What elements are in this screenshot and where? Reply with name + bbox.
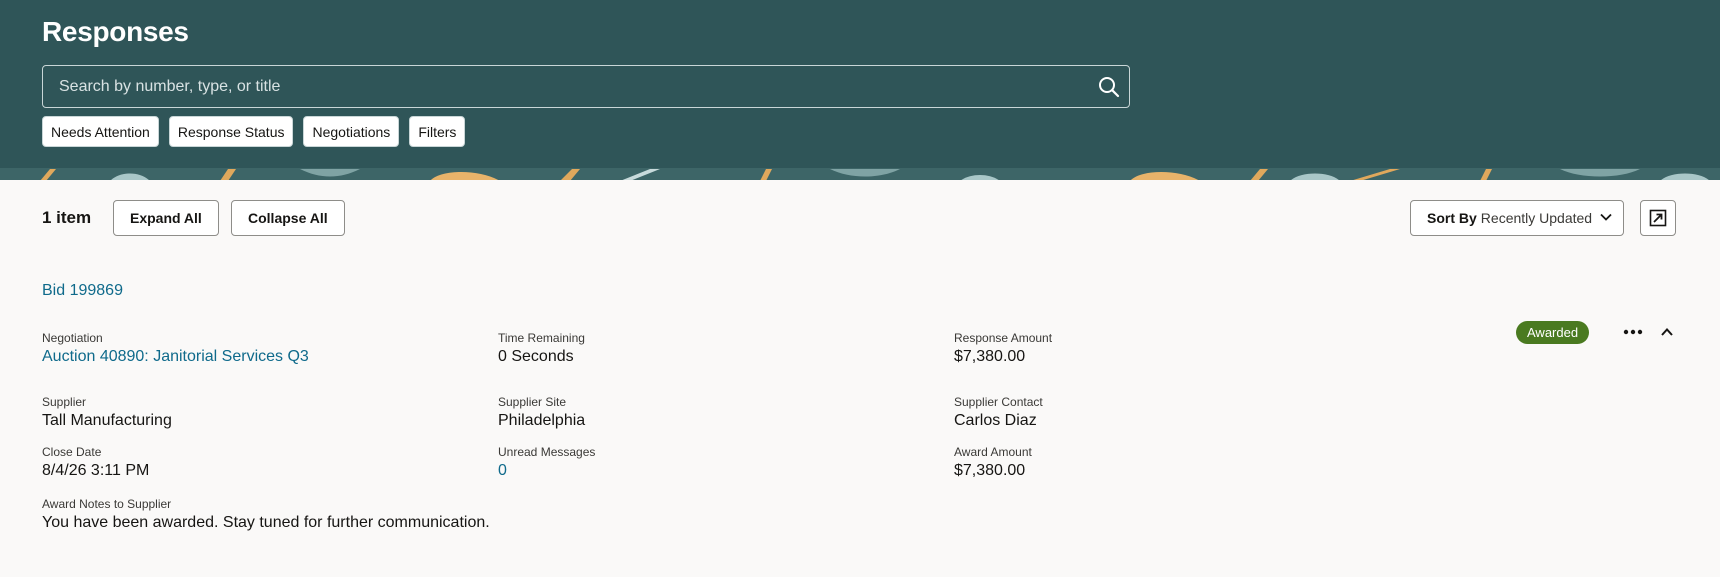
item-count: 1 item [42,208,92,227]
unread-messages-link[interactable]: 0 [498,461,595,481]
sort-by-label: Sort By [1427,210,1477,226]
field-label: Negotiation [42,331,103,345]
page-header: Responses Needs Attention Response Statu… [0,0,1720,168]
field-label: Award Amount [954,445,1032,459]
field-close-date: Close Date 8/4/26 3:11 PM [42,445,149,481]
field-award-notes: Award Notes to Supplier You have been aw… [42,497,490,533]
field-value: You have been awarded. Stay tuned for fu… [42,514,490,531]
field-supplier: Supplier Tall Manufacturing [42,395,172,431]
field-label: Time Remaining [498,331,585,345]
more-actions-icon[interactable] [1620,321,1646,343]
expand-all-button[interactable]: Expand All [113,200,219,236]
results-toolbar: 1 item Expand All Collapse All Sort By Re… [42,200,1676,236]
field-value: Philadelphia [498,412,586,429]
open-in-new-button[interactable] [1640,200,1676,236]
field-negotiation: Negotiation Auction 40890: Janitorial Se… [42,331,309,367]
chip-filters[interactable]: Filters [409,116,466,147]
chip-negotiations[interactable]: Negotiations [303,116,400,147]
sort-by-dropdown[interactable]: Sort By Recently Updated [1410,200,1624,236]
field-label: Supplier Site [498,395,567,409]
chip-response-status[interactable]: Response Status [168,116,294,147]
negotiation-link[interactable]: Auction 40890: Janitorial Services Q3 [42,347,309,367]
field-response-amount: Response Amount $7,380.00 [954,331,1052,367]
field-value: 8/4/26 3:11 PM [42,462,150,479]
field-value: 0 Seconds [498,348,574,365]
field-label: Response Amount [954,331,1053,345]
filter-chips: Needs Attention Response Status Negotiat… [42,116,466,147]
field-label: Supplier [42,395,87,409]
field-award-amount: Award Amount $7,380.00 [954,445,1032,481]
collapse-all-button[interactable]: Collapse All [231,200,345,236]
field-label: Supplier Contact [954,395,1043,409]
field-supplier-site: Supplier Site Philadelphia [498,395,585,431]
field-value: $7,380.00 [954,348,1026,365]
field-time-remaining: Time Remaining 0 Seconds [498,331,585,367]
search-box[interactable] [42,65,1130,108]
field-label: Unread Messages [498,445,596,459]
field-value: Tall Manufacturing [42,412,172,429]
field-unread-messages: Unread Messages 0 [498,445,595,481]
field-label: Close Date [42,445,102,459]
field-label: Award Notes to Supplier [42,497,172,511]
open-in-new-icon [1649,209,1667,227]
decorative-banner [0,168,1720,180]
search-input[interactable] [43,66,1089,107]
chip-needs-attention[interactable]: Needs Attention [42,116,159,147]
search-icon[interactable] [1089,67,1129,107]
field-value: Carlos Diaz [954,412,1037,429]
sort-by-text: Sort By Recently Updated [1427,210,1592,226]
status-badge: Awarded [1516,321,1590,344]
page-title: Responses [42,16,189,47]
banner-pattern [0,169,1720,180]
bid-link[interactable]: Bid 199869 [42,282,123,300]
chevron-down-icon [1599,210,1613,227]
chevron-up-icon[interactable] [1656,321,1678,343]
field-value: $7,380.00 [954,462,1026,479]
field-supplier-contact: Supplier Contact Carlos Diaz [954,395,1043,431]
sort-by-value: Recently Updated [1480,210,1593,226]
